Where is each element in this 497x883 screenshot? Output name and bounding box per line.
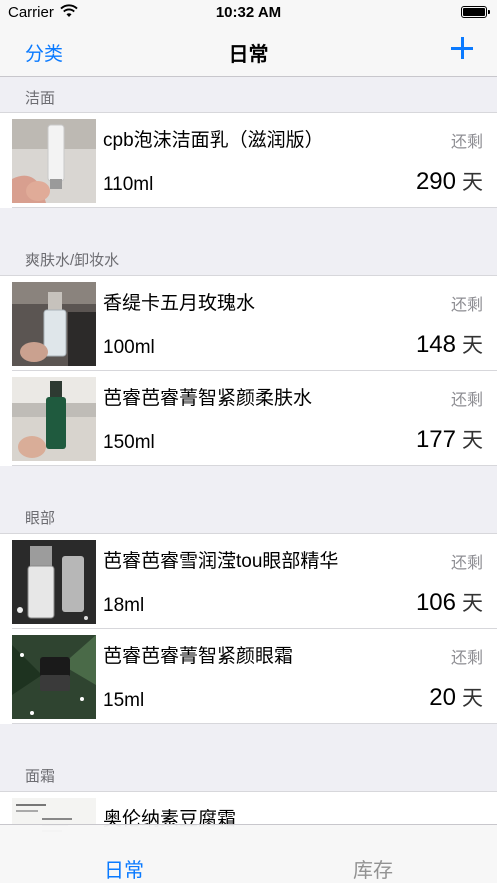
page-title: 日常 <box>228 44 269 66</box>
product-thumbnail <box>12 540 96 624</box>
product-volume: 100ml <box>103 337 155 358</box>
section-header-cleanser: 洁面 <box>25 90 56 107</box>
product-row[interactable]: 香缇卡五月玫瑰水 100ml 还剩 148 天 <box>0 276 497 371</box>
tab-bar: 日常 库存 <box>0 824 497 883</box>
days-remaining: 106 天 <box>416 587 483 617</box>
days-unit: 天 <box>462 687 483 710</box>
product-name: cpb泡沫洁面乳（滋润版） <box>103 130 324 151</box>
days-remaining: 20 天 <box>429 682 483 712</box>
section-header-toner: 爽肤水/卸妆水 <box>25 252 120 269</box>
tab-daily[interactable]: 日常 <box>0 854 248 883</box>
days-remaining: 177 天 <box>416 424 483 454</box>
product-thumbnail <box>12 377 96 461</box>
product-name: 芭睿芭睿雪润滢tou眼部精华 <box>103 551 339 572</box>
section-header-eye: 眼部 <box>25 510 56 527</box>
remaining-label: 还剩 <box>450 555 483 572</box>
product-volume: 18ml <box>103 595 145 616</box>
days-unit: 天 <box>462 334 483 357</box>
days-value: 177 <box>415 426 456 453</box>
plus-icon[interactable] <box>449 35 475 61</box>
product-row[interactable]: 芭睿芭睿菁智紧颜眼霜 15ml 还剩 20 天 <box>0 629 497 724</box>
divider <box>12 465 497 466</box>
remaining-label: 还剩 <box>450 392 483 409</box>
days-value: 290 <box>415 168 456 195</box>
product-row[interactable]: cpb泡沫洁面乳（滋润版） 110ml 还剩 290 天 <box>0 113 497 208</box>
clock: 10:32 AM <box>215 4 282 21</box>
product-volume: 150ml <box>103 432 155 453</box>
days-value: 20 <box>429 684 456 711</box>
navigation-bar: 分类 日常 <box>0 26 497 77</box>
days-unit: 天 <box>462 429 483 452</box>
product-volume: 15ml <box>103 690 145 711</box>
product-thumbnail <box>12 635 96 719</box>
product-name: 芭睿芭睿菁智紧颜眼霜 <box>103 646 294 667</box>
remaining-label: 还剩 <box>450 297 483 314</box>
product-name: 芭睿芭睿菁智紧颜柔肤水 <box>103 388 313 409</box>
product-thumbnail <box>12 119 96 203</box>
product-thumbnail <box>12 282 96 366</box>
days-unit: 天 <box>462 171 483 194</box>
days-remaining: 148 天 <box>416 329 483 359</box>
app-screen: Carrier 10:32 AM 分类 日常 洁面 cpb泡沫洁面乳（滋润版） <box>0 0 497 883</box>
product-volume: 110ml <box>103 174 154 195</box>
days-unit: 天 <box>462 592 483 615</box>
section-header-cream: 面霜 <box>25 768 56 785</box>
product-row[interactable]: 芭睿芭睿菁智紧颜柔肤水 150ml 还剩 177 天 <box>0 371 497 466</box>
remaining-label: 还剩 <box>450 134 483 151</box>
divider <box>12 207 497 208</box>
product-row[interactable]: 芭睿芭睿雪润滢tou眼部精华 18ml 还剩 106 天 <box>0 534 497 629</box>
tab-inventory[interactable]: 库存 <box>249 854 497 883</box>
days-value: 148 <box>415 331 456 358</box>
product-name: 香缇卡五月玫瑰水 <box>103 293 256 314</box>
days-remaining: 290 天 <box>416 166 483 196</box>
battery-icon <box>461 6 490 18</box>
status-bar: Carrier 10:32 AM <box>0 0 497 26</box>
remaining-label: 还剩 <box>450 650 483 667</box>
divider <box>12 723 497 724</box>
days-value: 106 <box>415 589 456 616</box>
